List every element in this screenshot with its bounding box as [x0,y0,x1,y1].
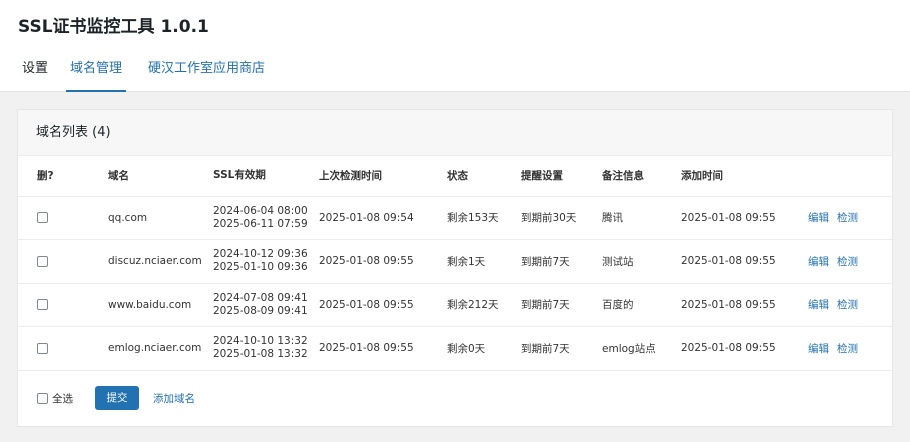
submit-button[interactable]: 提交 [95,386,139,410]
last-check-cell: 2025-01-08 09:55 [319,283,447,327]
table-footer: 全选 提交 添加域名 [37,386,195,410]
tab-bar: 设置 域名管理 硬汉工作室应用商店 [22,60,287,92]
edit-link[interactable]: 编辑 [808,299,829,311]
ssl-end: 2025-08-09 09:41 [213,304,308,317]
ssl-start: 2024-10-12 09:36 [213,248,308,261]
table-row: www.baidu.com 2024-07-08 09:41 2025-08-09… [18,283,892,327]
status-cell: 剩余153天 [447,196,521,240]
ssl-validity-cell: 2024-10-10 13:32 2025-01-08 13:32 [213,326,319,371]
note-cell: 测试站 [602,239,681,284]
remind-cell: 到期前7天 [521,326,602,371]
panel-title: 域名列表 (4) [18,110,892,156]
note-cell: 百度的 [602,283,681,327]
col-delete: 删? [18,156,108,197]
tab-app-store[interactable]: 硬汉工作室应用商店 [148,60,265,92]
status-cell: 剩余212天 [447,283,521,327]
col-ssl-validity: SSL有效期 [213,156,319,197]
col-last-check: 上次检测时间 [319,156,447,197]
row-delete-checkbox[interactable] [37,212,48,224]
row-delete-checkbox[interactable] [37,255,48,267]
domain-list-panel: 域名列表 (4) 删? 域名 SSL有效期 上次检测时间 状态 提醒设置 备注信… [17,109,893,427]
domain-cell: discuz.nciaer.com [108,239,213,284]
ssl-validity-cell: 2024-07-08 09:41 2025-08-09 09:41 [213,283,319,327]
domain-cell: qq.com [108,196,213,240]
tab-domain-management[interactable]: 域名管理 [66,60,127,92]
ssl-end: 2025-01-08 13:32 [213,348,308,361]
ssl-validity-cell: 2024-06-04 08:00 2025-06-11 07:59 [213,196,319,240]
table-row: qq.com 2024-06-04 08:00 2025-06-11 07:59 … [18,196,892,240]
added-cell: 2025-01-08 09:55 [681,283,808,327]
last-check-cell: 2025-01-08 09:55 [319,326,447,371]
edit-link[interactable]: 编辑 [808,256,829,268]
col-note: 备注信息 [602,156,681,197]
remind-cell: 到期前7天 [521,239,602,284]
ssl-end: 2025-01-10 09:36 [213,261,308,274]
col-remind: 提醒设置 [521,156,602,197]
domain-cell: emlog.nciaer.com [108,326,213,371]
added-cell: 2025-01-08 09:55 [681,196,808,240]
tab-settings[interactable]: 设置 [22,60,48,92]
table-row: emlog.nciaer.com 2024-10-10 13:32 2025-01… [18,326,892,371]
ssl-start: 2024-10-10 13:32 [213,335,308,348]
status-cell: 剩余1天 [447,239,521,284]
check-link[interactable]: 检测 [837,299,858,311]
check-link[interactable]: 检测 [837,256,858,268]
table-header-row: 删? 域名 SSL有效期 上次检测时间 状态 提醒设置 备注信息 添加时间 [18,156,892,197]
table-row: discuz.nciaer.com 2024-10-12 09:36 2025-0… [18,239,892,284]
note-cell: emlog站点 [602,326,681,371]
select-all-checkbox[interactable] [37,392,48,404]
added-cell: 2025-01-08 09:55 [681,239,808,284]
last-check-cell: 2025-01-08 09:55 [319,239,447,284]
col-domain: 域名 [108,156,213,197]
edit-link[interactable]: 编辑 [808,343,829,355]
status-cell: 剩余0天 [447,326,521,371]
select-all[interactable]: 全选 [37,391,73,406]
check-link[interactable]: 检测 [837,212,858,224]
add-domain-link[interactable]: 添加域名 [153,391,195,406]
header: SSL证书监控工具 1.0.1 设置 域名管理 硬汉工作室应用商店 [0,0,910,92]
check-link[interactable]: 检测 [837,343,858,355]
remind-cell: 到期前30天 [521,196,602,240]
col-actions [808,156,892,197]
ssl-start: 2024-06-04 08:00 [213,204,308,217]
last-check-cell: 2025-01-08 09:54 [319,196,447,240]
select-all-label: 全选 [52,392,73,405]
remind-cell: 到期前7天 [521,283,602,327]
col-status: 状态 [447,156,521,197]
added-cell: 2025-01-08 09:55 [681,326,808,371]
ssl-end: 2025-06-11 07:59 [213,217,308,230]
col-added: 添加时间 [681,156,808,197]
domain-cell: www.baidu.com [108,283,213,327]
domain-table: 删? 域名 SSL有效期 上次检测时间 状态 提醒设置 备注信息 添加时间 qq… [18,156,892,371]
note-cell: 腾讯 [602,196,681,240]
app-title: SSL证书监控工具 1.0.1 [18,17,209,37]
row-delete-checkbox[interactable] [37,342,48,354]
ssl-start: 2024-07-08 09:41 [213,291,308,304]
ssl-validity-cell: 2024-10-12 09:36 2025-01-10 09:36 [213,239,319,284]
row-delete-checkbox[interactable] [37,299,48,311]
edit-link[interactable]: 编辑 [808,212,829,224]
